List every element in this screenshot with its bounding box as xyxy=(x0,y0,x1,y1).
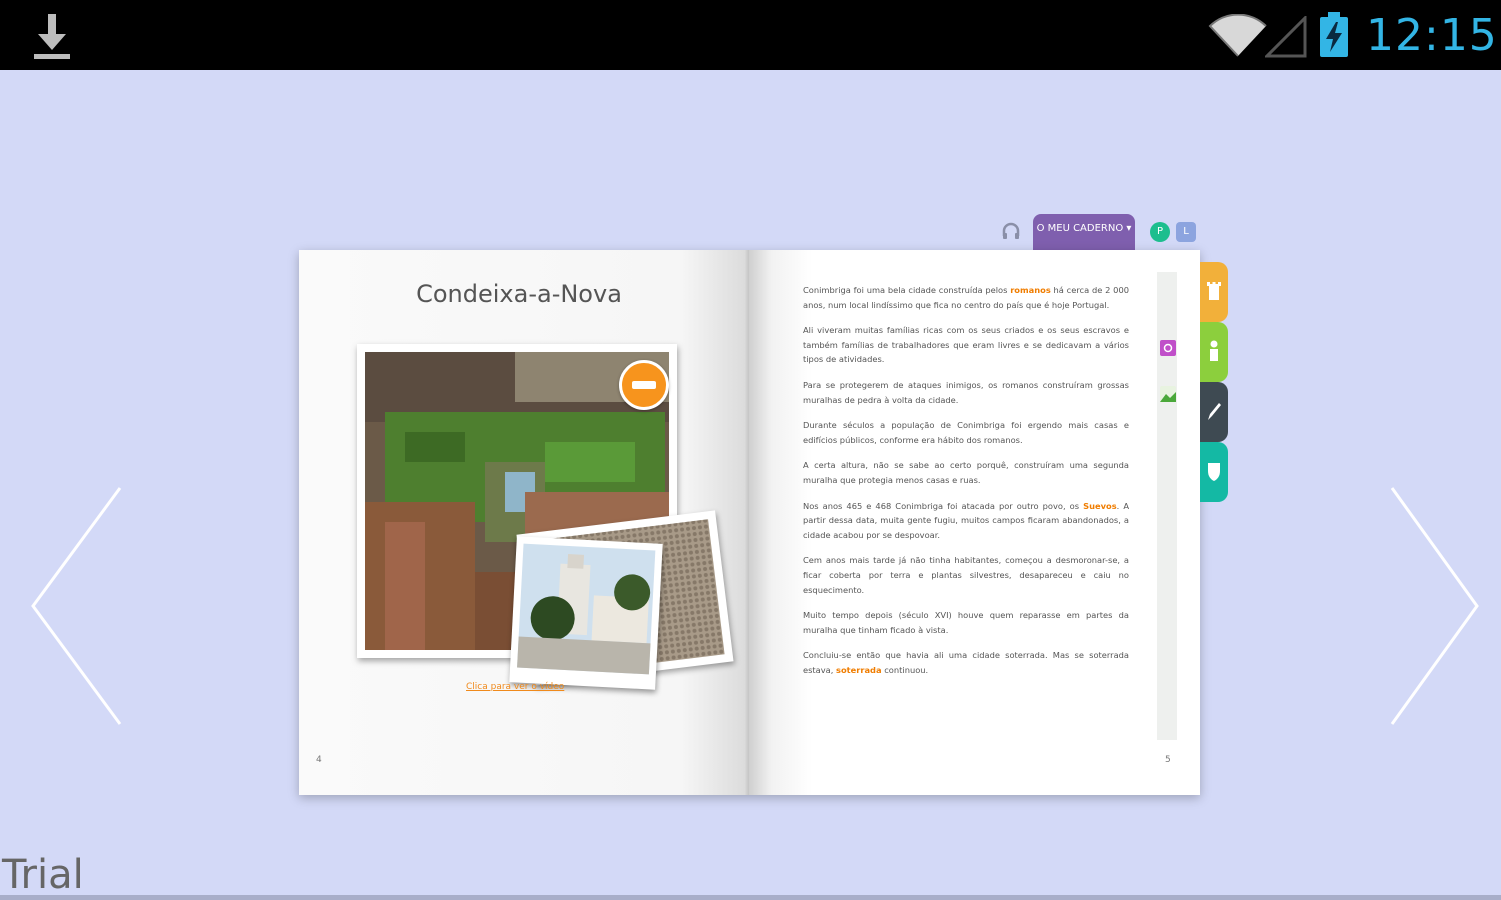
page-number: 5 xyxy=(1165,755,1171,765)
article-paragraph: Ali viveram muitas famílias ricas com os… xyxy=(803,325,1129,365)
church-photo[interactable] xyxy=(509,536,663,690)
right-page[interactable]: Conimbriga foi uma bela cidade construíd… xyxy=(749,250,1200,795)
side-tab-pencil[interactable] xyxy=(1200,382,1228,442)
green-action-button[interactable]: P xyxy=(1150,222,1170,242)
tower-icon xyxy=(1207,282,1221,300)
link-icon[interactable] xyxy=(1160,340,1176,356)
page-title: Condeixa-a-Nova xyxy=(416,280,622,308)
shield-icon xyxy=(1208,463,1220,481)
pencil-icon xyxy=(1208,403,1221,420)
highlighted-term-link[interactable]: Suevos xyxy=(1083,501,1117,511)
page-number: 4 xyxy=(316,755,322,765)
my-notebook-tab[interactable]: O MEU CADERNO ▾ xyxy=(1033,214,1135,250)
wifi-icon xyxy=(1208,14,1267,57)
article-paragraph: Concluiu-se então que havia ali uma cida… xyxy=(803,650,1129,675)
headphones-icon[interactable] xyxy=(1002,222,1020,240)
article-paragraph: Muito tempo depois (século XVI) houve qu… xyxy=(803,610,1129,635)
highlighted-term-link[interactable]: soterrada xyxy=(836,665,882,675)
signal-icon xyxy=(1265,16,1307,58)
previous-page-arrow-icon[interactable] xyxy=(25,486,125,726)
video-badge-icon[interactable] xyxy=(619,360,669,410)
open-book[interactable]: Condeixa-a-Nova Clica para ver o vídeo 4… xyxy=(299,250,1200,795)
status-clock: 12:15 xyxy=(1366,10,1498,61)
status-bar: 12:15 xyxy=(0,0,1501,70)
bottom-divider xyxy=(0,895,1501,900)
download-icon xyxy=(34,14,70,59)
side-tab-tower[interactable] xyxy=(1200,262,1228,322)
left-page[interactable]: Condeixa-a-Nova Clica para ver o vídeo 4 xyxy=(299,250,749,795)
article-paragraph: Cem anos mais tarde já não tinha habitan… xyxy=(803,555,1129,595)
battery-charging-icon xyxy=(1320,12,1348,57)
side-tab-shield[interactable] xyxy=(1200,442,1228,502)
church-photo-image xyxy=(517,543,656,675)
next-page-arrow-icon[interactable] xyxy=(1380,486,1480,726)
person-icon xyxy=(1210,340,1218,361)
article-paragraph: Nos anos 465 e 468 Conimbriga foi atacad… xyxy=(803,500,1130,540)
article-paragraph: Conimbriga foi uma bela cidade construíd… xyxy=(803,285,1129,310)
side-tab-person[interactable] xyxy=(1200,322,1228,382)
image-icon[interactable] xyxy=(1160,386,1176,402)
blue-action-button[interactable]: L xyxy=(1176,222,1196,242)
article-paragraph: Durante séculos a população de Conimbrig… xyxy=(803,420,1129,445)
video-caption-link[interactable]: Clica para ver o vídeo xyxy=(466,682,564,692)
highlighted-term-link[interactable]: romanos xyxy=(1010,285,1051,295)
article-paragraph: A certa altura, não se sabe ao certo por… xyxy=(803,460,1129,485)
article-paragraph: Para se protegerem de ataques inimigos, … xyxy=(803,379,1129,405)
trial-watermark: Trial xyxy=(2,852,84,898)
article-text: Conimbriga foi uma bela cidade construíd… xyxy=(803,283,1129,688)
